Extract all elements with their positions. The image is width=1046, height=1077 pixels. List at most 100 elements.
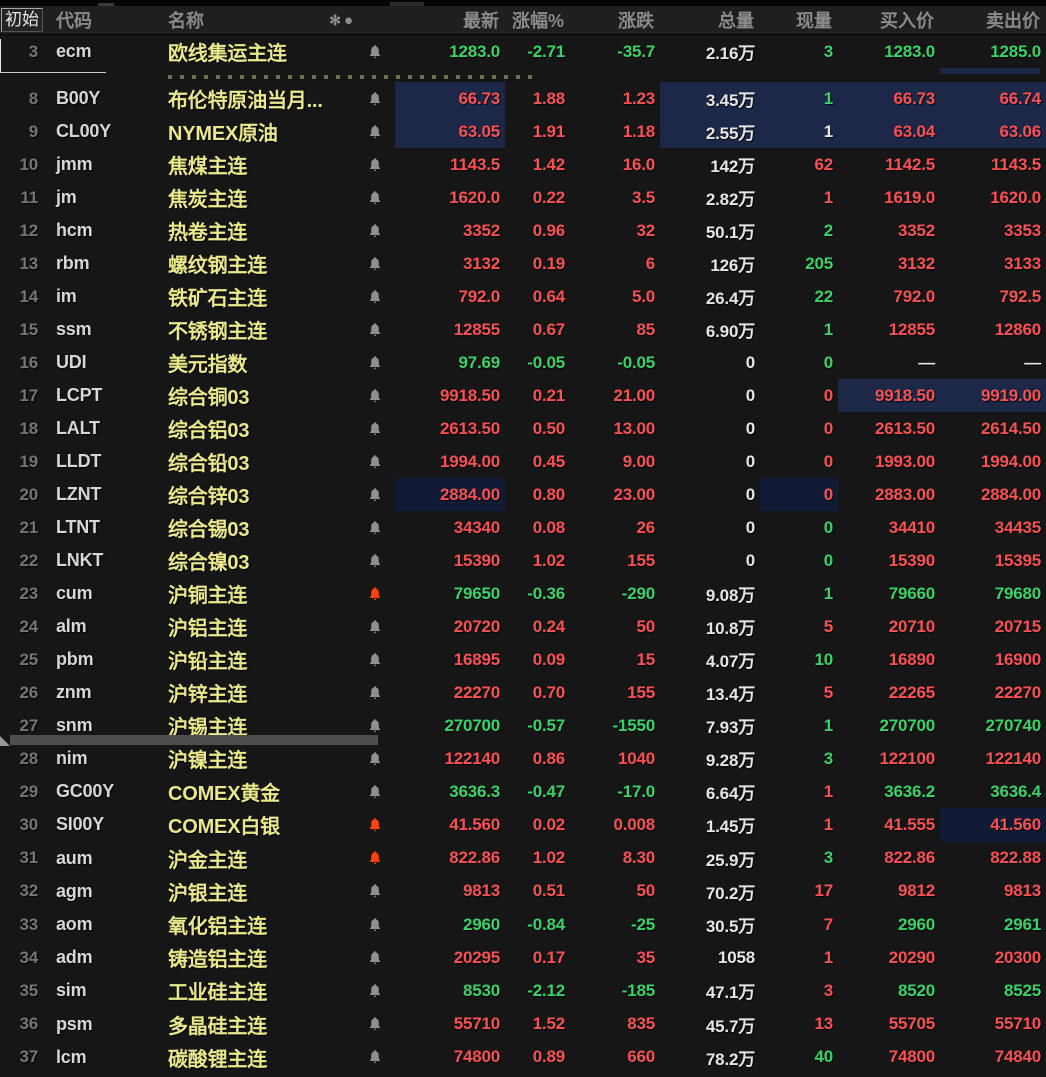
table-row[interactable]: 24 alm 沪铝主连 20720 0.24 50 10.8万 5 20710 … [0,610,1046,643]
bid-price: 9918.50 [838,379,940,412]
alert-bell-icon[interactable] [368,454,382,470]
alert-bell-icon[interactable] [368,950,382,966]
table-row[interactable]: 15 ssm 不锈钢主连 12855 0.67 85 6.90万 1 12855… [0,313,1046,346]
table-row[interactable]: 31 aum 沪金主连 822.86 1.02 8.30 25.9万 3 822… [0,842,1046,875]
alert-bell-icon[interactable] [368,223,382,239]
alert-bell-icon[interactable] [368,1049,382,1065]
alert-bell-icon[interactable] [368,652,382,668]
table-row[interactable]: 3 ecm 欧线集运主连 1283.0 -2.71 -35.7 2.16万 3 … [0,35,1046,68]
alert-bell-icon[interactable] [368,553,382,569]
header-chg[interactable]: 涨跌 [570,7,660,33]
table-row[interactable]: 18 LALT 综合铝03 2613.50 0.50 13.00 0 0 261… [0,412,1046,445]
row-number: 25 [0,650,48,670]
alert-bell-icon[interactable] [368,586,382,602]
alert-bell-icon[interactable] [368,619,382,635]
header-vol[interactable]: 总量 [660,7,760,33]
header-ask[interactable]: 卖出价 [940,7,1046,33]
alert-bell-icon[interactable] [368,157,382,173]
table-row[interactable]: 37 lcm 碳酸锂主连 74800 0.89 660 78.2万 40 748… [0,1041,1046,1074]
alert-bell-icon[interactable] [368,718,382,734]
instrument-code: LTNT [48,517,160,538]
change-percent: 0.50 [505,412,570,445]
table-row[interactable]: 34 adm 铸造铝主连 20295 0.17 35 1058 1 20290 … [0,941,1046,974]
table-row[interactable]: 29 GC00Y COMEX黄金 3636.3 -0.47 -17.0 6.64… [0,775,1046,808]
instrument-name: 沪金主连 [160,844,355,873]
header-last[interactable]: 最新 [395,7,505,33]
table-row[interactable]: 36 psm 多晶硅主连 55710 1.52 835 45.7万 13 557… [0,1008,1046,1041]
table-row[interactable]: 16 UDI 美元指数 97.69 -0.05 -0.05 0 0 — — [0,346,1046,379]
header-pct[interactable]: 涨幅% [505,7,570,33]
table-row[interactable]: 8 B00Y 布伦特原油当月... 66.73 1.88 1.23 3.45万 … [0,82,1046,115]
ask-price: 792.5 [940,280,1046,313]
alert-bell-icon[interactable] [368,355,382,371]
alert-bell-icon[interactable] [368,388,382,404]
header-bid[interactable]: 买入价 [838,7,940,33]
row-number: 17 [0,386,48,406]
alert-bell-icon[interactable] [368,751,382,767]
table-row[interactable]: 22 LNKT 综合镍03 15390 1.02 155 0 0 15390 1… [0,544,1046,577]
alert-bell-icon[interactable] [368,917,382,933]
table-row[interactable]: 23 cum 沪铜主连 79650 -0.36 -290 9.08万 1 796… [0,577,1046,610]
alert-bell-icon[interactable] [368,784,382,800]
table-row[interactable]: 25 pbm 沪铅主连 16895 0.09 15 4.07万 10 16890… [0,643,1046,676]
instrument-code: sim [48,980,160,1001]
circle-icon: ● [344,13,353,28]
current-volume: 10 [760,643,838,676]
table-row[interactable]: 14 im 铁矿石主连 792.0 0.64 5.0 26.4万 22 792.… [0,280,1046,313]
last-price: 34340 [395,511,505,544]
table-row[interactable]: 21 LTNT 综合锡03 34340 0.08 26 0 0 34410 34… [0,511,1046,544]
table-row[interactable]: 26 znm 沪锌主连 22270 0.70 155 13.4万 5 22265… [0,676,1046,709]
alert-bell-icon[interactable] [368,520,382,536]
last-price: 2884.00 [395,478,505,511]
change-percent: 0.96 [505,214,570,247]
table-row[interactable]: 35 sim 工业硅主连 8530 -2.12 -185 47.1万 3 852… [0,974,1046,1007]
current-volume: 1 [760,775,838,808]
table-row[interactable]: 17 LCPT 综合铜03 9918.50 0.21 21.00 0 0 991… [0,379,1046,412]
alert-bell-icon[interactable] [368,91,382,107]
change-value: 6 [570,247,660,280]
row-number: 18 [0,419,48,439]
scrollbar-thumb[interactable] [10,735,378,745]
ask-price: 1620.0 [940,181,1046,214]
alert-bell-icon[interactable] [368,817,382,833]
alert-bell-icon[interactable] [368,44,382,60]
alert-bell-icon[interactable] [368,289,382,305]
alert-bell-icon[interactable] [368,983,382,999]
initial-sort-button[interactable]: 初始 [1,8,43,32]
change-value: -0.05 [570,346,660,379]
change-percent: 1.88 [505,82,570,115]
table-row[interactable]: 33 aom 氧化铝主连 2960 -0.84 -25 30.5万 7 2960… [0,908,1046,941]
table-row[interactable]: 19 LLDT 综合铅03 1994.00 0.45 9.00 0 0 1993… [0,445,1046,478]
alert-bell-icon[interactable] [368,256,382,272]
table-row[interactable]: 12 hcm 热卷主连 3352 0.96 32 50.1万 2 3352 33… [0,214,1046,247]
table-row[interactable]: 30 SI00Y COMEX白银 41.560 0.02 0.008 1.45万… [0,808,1046,841]
table-row[interactable]: 28 nim 沪镍主连 122140 0.86 1040 9.28万 3 122… [0,742,1046,775]
alert-bell-icon[interactable] [368,124,382,140]
alert-bell-icon[interactable] [368,883,382,899]
table-row[interactable]: 32 agm 沪银主连 9813 0.51 50 70.2万 17 9812 9… [0,875,1046,908]
header-cur[interactable]: 现量 [760,7,838,33]
alert-bell-icon[interactable] [368,322,382,338]
table-row[interactable]: 11 jm 焦炭主连 1620.0 0.22 3.5 2.82万 1 1619.… [0,181,1046,214]
row-number: 11 [0,188,48,208]
table-row[interactable]: 20 LZNT 综合锌03 2884.00 0.80 23.00 0 0 288… [0,478,1046,511]
alert-bell-icon[interactable] [368,487,382,503]
bid-price: 1619.0 [838,181,940,214]
alert-bell-icon[interactable] [368,421,382,437]
current-volume: 1 [760,82,838,115]
alert-bell-icon[interactable] [368,685,382,701]
table-row[interactable]: 13 rbm 螺纹钢主连 3132 0.19 6 126万 205 3132 3… [0,247,1046,280]
alert-bell-icon[interactable] [368,850,382,866]
partially-scrolled-row [0,68,1046,82]
header-code[interactable]: 代码 [48,7,160,33]
table-row[interactable]: 9 CL00Y NYMEX原油 63.05 1.91 1.18 2.55万 1 … [0,115,1046,148]
instrument-name: 沪铝主连 [160,612,355,641]
alert-bell-icon[interactable] [368,190,382,206]
header-name[interactable]: 名称 ✻ ● [160,7,355,33]
instrument-name: 综合铝03 [160,414,355,443]
table-row[interactable]: 10 jmm 焦煤主连 1143.5 1.42 16.0 142万 62 114… [0,148,1046,181]
total-volume: 1.45万 [660,808,760,841]
alert-bell-icon[interactable] [368,1016,382,1032]
current-volume: 1 [760,313,838,346]
bid-price: 79660 [838,577,940,610]
